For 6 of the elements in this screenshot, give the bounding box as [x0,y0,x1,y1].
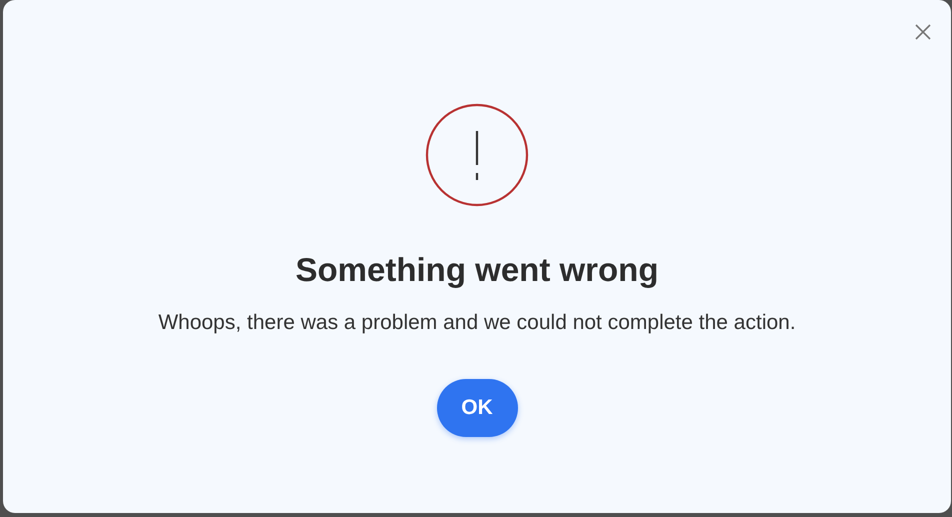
close-button[interactable] [915,24,931,40]
exclamation-circle-icon [425,103,529,207]
close-icon [915,24,931,40]
dialog-title: Something went wrong [296,250,658,290]
ok-button[interactable]: OK [436,379,518,437]
error-message: Whoops, there was a problem and we could not complete the action. [158,310,796,336]
